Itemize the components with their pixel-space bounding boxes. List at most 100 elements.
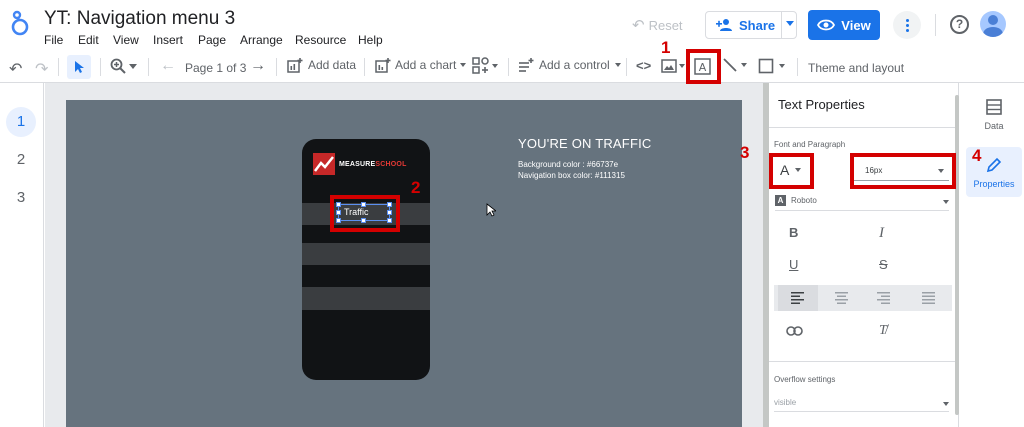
menu-arrange[interactable]: Arrange (240, 33, 283, 47)
highlight-font-size (850, 153, 956, 189)
annotation-2: 2 (411, 178, 421, 197)
line-icon (723, 58, 737, 72)
select-tool[interactable] (67, 55, 91, 79)
divider (364, 58, 365, 76)
measureschool-logo-icon (313, 153, 335, 175)
text-properties-panel: Text Properties Font and Paragraph A 16p… (769, 83, 959, 427)
align-right-icon[interactable] (877, 292, 890, 304)
navigation-color-info: Navigation box color: #111315 (518, 171, 625, 180)
share-dropdown-icon[interactable] (786, 21, 794, 26)
avatar[interactable] (980, 11, 1006, 37)
divider (58, 58, 59, 76)
panel-scrollbar[interactable] (955, 95, 959, 415)
line-button[interactable] (722, 57, 747, 73)
overflow-select[interactable]: visible (774, 396, 949, 412)
divider (626, 58, 627, 76)
mouse-cursor-icon (486, 203, 496, 217)
menu-resource[interactable]: Resource (295, 33, 346, 47)
highlight-text-box (330, 195, 400, 232)
divider (935, 14, 936, 36)
highlight-font-color (769, 153, 814, 189)
page-2-item[interactable]: 2 (6, 145, 36, 175)
link-icon[interactable] (786, 326, 803, 336)
align-left-button[interactable] (778, 285, 818, 311)
community-viz-icon (472, 57, 489, 74)
add-chart-button[interactable]: Add a chart (375, 57, 467, 73)
menu-help[interactable]: Help (358, 33, 383, 47)
overflow-dropdown-icon (943, 402, 949, 406)
community-viz-dropdown-icon (492, 63, 498, 68)
page-3-item[interactable]: 3 (6, 183, 36, 213)
add-data-button[interactable]: Add data (287, 57, 356, 73)
prev-page-icon[interactable]: ← (160, 57, 176, 75)
zoom-button[interactable] (110, 58, 137, 74)
redo-icon[interactable]: ↷ (35, 59, 48, 79)
nav-row[interactable] (302, 243, 430, 265)
menu-edit[interactable]: Edit (78, 33, 99, 47)
font-family-select[interactable]: A Roboto (775, 193, 949, 211)
view-button[interactable]: View (808, 10, 880, 40)
page-1-item[interactable]: 1 (6, 107, 36, 137)
navigation-box[interactable]: MEASURESCHOOL (302, 139, 430, 380)
add-control-icon (519, 58, 534, 72)
image-button[interactable] (661, 58, 685, 74)
page-heading: YOU'RE ON TRAFFIC (518, 136, 652, 151)
page-list: 1 2 3 (0, 83, 44, 427)
divider (100, 58, 101, 76)
side-tabs: Data Properties (960, 83, 1024, 427)
divider (797, 58, 798, 76)
underline-icon[interactable]: U (789, 257, 798, 272)
italic-icon[interactable]: I (879, 225, 884, 242)
zoom-dropdown-icon (129, 63, 137, 69)
more-options-icon[interactable] (893, 11, 921, 39)
report-title[interactable]: YT: Navigation menu 3 (44, 8, 235, 30)
next-page-icon[interactable]: → (250, 57, 266, 75)
menu-file[interactable]: File (44, 33, 63, 47)
menu-page[interactable]: Page (198, 33, 226, 47)
page-indicator: Page 1 of 3 (185, 61, 247, 75)
looker-studio-logo-icon[interactable] (8, 9, 34, 37)
bold-icon[interactable]: B (789, 225, 798, 240)
align-justify-icon[interactable] (922, 292, 935, 304)
annotation-3: 3 (740, 143, 750, 162)
menu-view[interactable]: View (113, 33, 139, 47)
menu-insert[interactable]: Insert (153, 33, 183, 47)
overflow-value: visible (774, 398, 797, 407)
add-control-button[interactable]: Add a control (518, 57, 621, 73)
community-viz-button[interactable] (472, 57, 498, 74)
data-table-icon (986, 99, 1002, 115)
background-color-info: Background color : #66737e (518, 160, 619, 169)
shape-dropdown-icon (779, 64, 785, 68)
divider (508, 58, 509, 76)
add-person-icon (716, 19, 732, 31)
embed-code-icon[interactable]: <> (636, 58, 651, 73)
image-dropdown-icon (679, 64, 685, 68)
add-data-icon (287, 58, 303, 73)
divider (276, 58, 277, 76)
undo-icon[interactable]: ↶ (9, 59, 22, 79)
strikethrough-icon[interactable]: S (879, 257, 888, 272)
add-data-label: Add data (308, 58, 357, 72)
divider (769, 127, 959, 128)
eye-icon (817, 19, 836, 31)
clear-formatting-icon[interactable]: T̸ (879, 323, 887, 339)
shape-button[interactable] (758, 58, 785, 74)
add-control-dropdown-icon (614, 63, 621, 67)
reset-button[interactable]: ↶ Reset (632, 16, 683, 34)
share-button[interactable]: Share (705, 11, 797, 39)
undo-reset-icon: ↶ (632, 17, 645, 34)
nav-row[interactable] (302, 287, 430, 310)
add-chart-icon (375, 58, 391, 73)
cursor-icon (75, 61, 84, 73)
pencil-icon (986, 157, 1002, 173)
zoom-icon (110, 58, 126, 74)
view-label: View (841, 17, 871, 33)
align-center-icon[interactable] (835, 292, 848, 304)
theme-and-layout-button[interactable]: Theme and layout (808, 61, 904, 75)
font-family-icon: A (775, 195, 786, 206)
reset-label: Reset (648, 17, 683, 33)
tab-data[interactable]: Data (966, 95, 1022, 139)
report-canvas[interactable]: MEASURESCHOOL Traffic YOU'RE ON TRAFFIC … (66, 100, 742, 427)
help-icon[interactable]: ? (950, 15, 969, 34)
font-paragraph-heading: Font and Paragraph (774, 140, 846, 149)
